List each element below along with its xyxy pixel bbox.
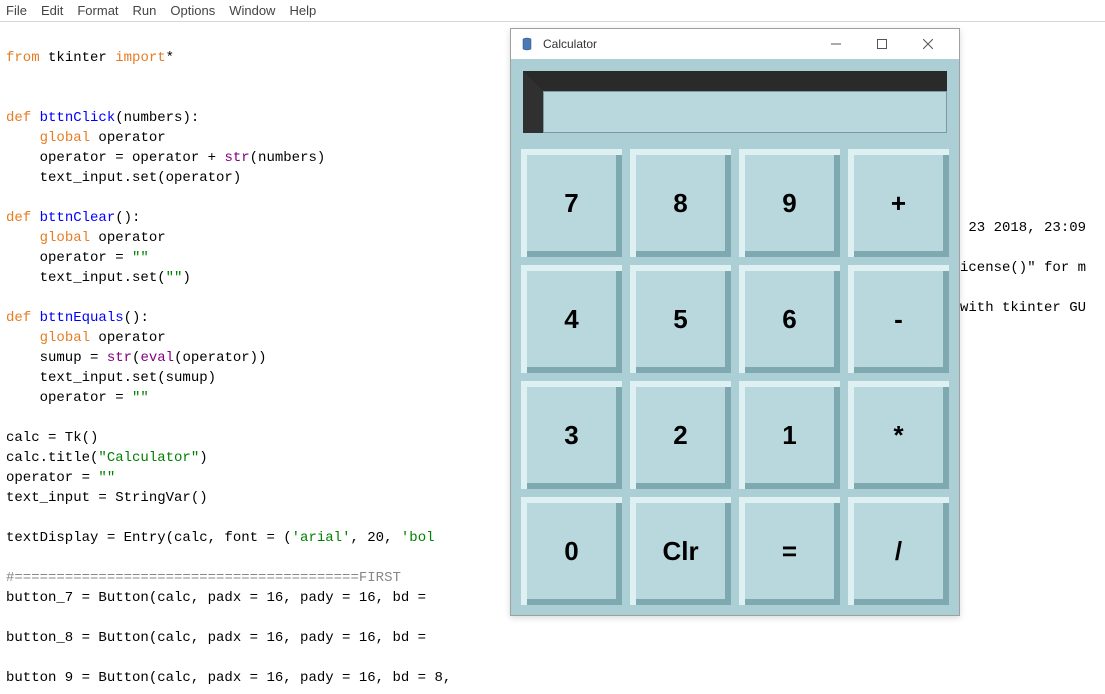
display-wrap — [523, 71, 947, 133]
calculator-window: Calculator 7 8 9 + 4 5 6 - 3 2 1 * 0 Clr — [510, 28, 960, 616]
btn-0[interactable]: 0 — [521, 497, 622, 605]
btn-plus[interactable]: + — [848, 149, 949, 257]
shell-output: 23 2018, 23:09 icense()" for m with tkin… — [960, 198, 1086, 318]
close-button[interactable] — [905, 29, 951, 59]
button-grid: 7 8 9 + 4 5 6 - 3 2 1 * 0 Clr = / — [517, 145, 953, 609]
menubar: File Edit Format Run Options Window Help — [0, 0, 1105, 22]
btn-3[interactable]: 3 — [521, 381, 622, 489]
minimize-button[interactable] — [813, 29, 859, 59]
menu-file[interactable]: File — [6, 3, 27, 18]
btn-divide[interactable]: / — [848, 497, 949, 605]
btn-7[interactable]: 7 — [521, 149, 622, 257]
btn-1[interactable]: 1 — [739, 381, 840, 489]
btn-6[interactable]: 6 — [739, 265, 840, 373]
btn-9[interactable]: 9 — [739, 149, 840, 257]
menu-help[interactable]: Help — [289, 3, 316, 18]
code-text: from — [6, 50, 40, 66]
menu-options[interactable]: Options — [170, 3, 215, 18]
titlebar[interactable]: Calculator — [511, 29, 959, 59]
btn-4[interactable]: 4 — [521, 265, 622, 373]
btn-clear[interactable]: Clr — [630, 497, 731, 605]
btn-multiply[interactable]: * — [848, 381, 949, 489]
app-icon — [519, 36, 535, 52]
menu-format[interactable]: Format — [77, 3, 118, 18]
window-title: Calculator — [543, 37, 813, 51]
menu-window[interactable]: Window — [229, 3, 275, 18]
menu-run[interactable]: Run — [133, 3, 157, 18]
menu-edit[interactable]: Edit — [41, 3, 63, 18]
btn-5[interactable]: 5 — [630, 265, 731, 373]
btn-8[interactable]: 8 — [630, 149, 731, 257]
btn-equals[interactable]: = — [739, 497, 840, 605]
calculator-display[interactable] — [543, 91, 947, 133]
maximize-button[interactable] — [859, 29, 905, 59]
btn-minus[interactable]: - — [848, 265, 949, 373]
calculator-body: 7 8 9 + 4 5 6 - 3 2 1 * 0 Clr = / — [511, 59, 959, 615]
btn-2[interactable]: 2 — [630, 381, 731, 489]
